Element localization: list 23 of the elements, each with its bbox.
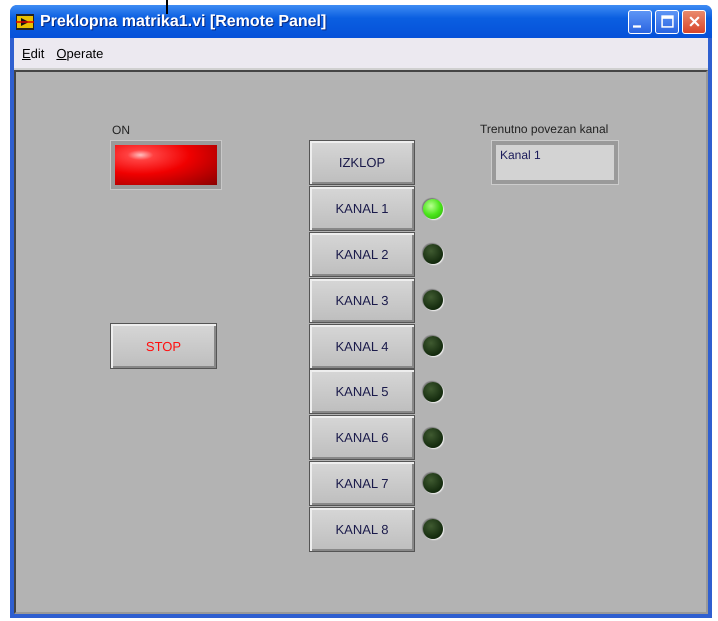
channel-button[interactable]: KANAL 4 xyxy=(309,324,415,369)
channel-button[interactable]: KANAL 5 xyxy=(309,369,415,414)
app-icon xyxy=(16,14,34,30)
string-indicator: Kanal 1 xyxy=(492,141,618,184)
channel-button[interactable]: KANAL 3 xyxy=(309,278,415,323)
minimize-icon xyxy=(633,24,641,28)
channel-button[interactable]: KANAL 6 xyxy=(309,415,415,460)
maximize-button[interactable] xyxy=(655,10,679,34)
indicator-label: ON xyxy=(112,123,130,137)
maximize-icon xyxy=(660,15,674,28)
menu-item[interactable]: Edit xyxy=(22,46,44,60)
indicator-label: Trenutno povezan kanal xyxy=(480,122,608,136)
close-button[interactable] xyxy=(682,10,706,34)
channel-button[interactable]: KANAL 8 xyxy=(309,506,415,552)
menu-item[interactable]: Operate xyxy=(56,46,104,60)
minimize-button[interactable] xyxy=(628,10,652,34)
channel-button[interactable]: IZKLOP xyxy=(309,140,415,186)
channel-button[interactable]: KANAL 2 xyxy=(309,232,415,277)
close-icon xyxy=(688,15,700,28)
channel-button[interactable]: KANAL 1 xyxy=(309,186,415,232)
window-title: Preklopna matrika1.vi [Remote Panel] xyxy=(40,12,328,30)
channel-button[interactable]: KANAL 7 xyxy=(309,460,415,506)
leader-line xyxy=(166,0,168,14)
